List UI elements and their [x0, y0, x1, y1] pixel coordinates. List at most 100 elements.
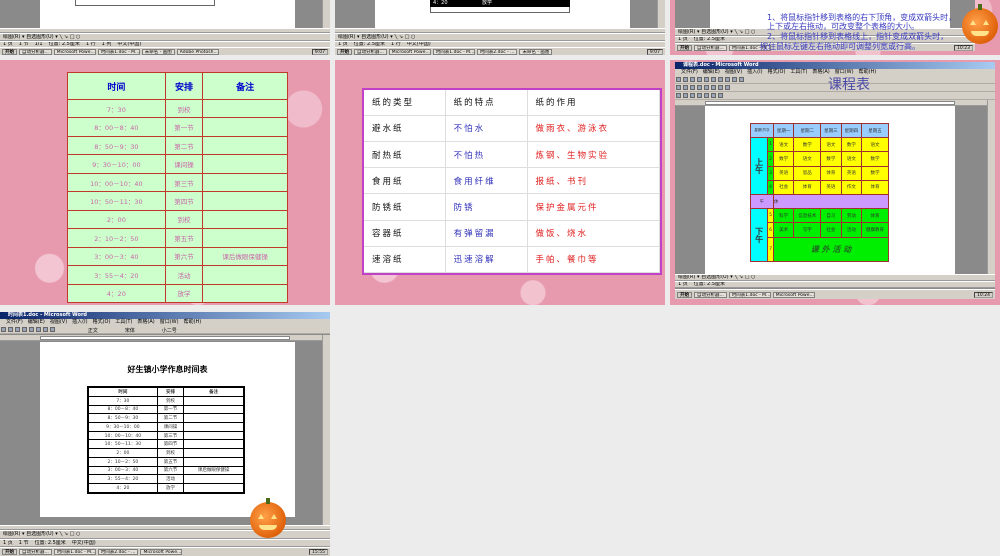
noon-label: 午 — [750, 194, 774, 210]
table-cell: 时间 — [87, 386, 158, 397]
taskbar-item[interactable]: 未命名 - 画图 — [519, 48, 553, 55]
toolbar[interactable]: 正文 宋体 小二号 — [0, 326, 330, 334]
table-cell: 避水纸 — [364, 115, 446, 142]
menu-item[interactable]: 编辑(E) — [703, 69, 720, 76]
menu-item[interactable]: 格式(O) — [93, 319, 111, 326]
table-cell: 备注 — [183, 386, 245, 397]
subject-cell: 信息技术 — [793, 208, 822, 224]
start-button[interactable]: 开始 — [2, 48, 17, 55]
menu-item[interactable]: 文件(F) — [681, 69, 698, 76]
taskbar-item[interactable]: Microsoft Powe... — [772, 291, 815, 298]
taskbar-item[interactable]: 自动分析器... — [694, 291, 727, 298]
subject-cell: 数学 — [861, 165, 889, 181]
taskbar-item[interactable]: Adobe Photosh... — [176, 48, 219, 55]
style-box[interactable]: 正文 — [88, 328, 98, 334]
table-cell: 课间操 — [164, 154, 204, 174]
menu-item[interactable]: 窗口(W) — [160, 319, 179, 326]
menu-item[interactable]: 表格(A) — [137, 319, 154, 326]
table-cell — [202, 209, 288, 230]
thumb-word-instructions[interactable]: 绘图(R) ▾ 自选图形(U) ▾ ╲ ↘ □ ○ 1 页位置: 2.5厘米 开… — [670, 0, 1000, 55]
drawing-toolbar-label[interactable]: 绘图(R) ▾ 自选图形(U) ▾ ╲ ↘ □ ○ — [678, 275, 755, 280]
taskbar: 开始 自动分析器... Microsoft Powe... 时间表1.doc -… — [335, 47, 665, 55]
taskbar-item[interactable]: 自动分析器... — [19, 549, 52, 555]
table-row: 食用纸 食用纤维 报纸、书刊 — [364, 167, 660, 195]
thumb-word-bottom-2[interactable]: 4：20 放学 绘图(R) ▾ 自选图形(U) ▾ ╲ ↘ □ ○ 1 页位置:… — [335, 0, 665, 55]
menu-item[interactable]: 视图(V) — [50, 319, 67, 326]
drawing-toolbar-label[interactable]: 绘图(R) ▾ 自选图形(U) ▾ ╲ ↘ □ ○ — [3, 531, 80, 538]
status-page: 1 页 — [3, 539, 13, 546]
period-row: 3 英语 思品 体育 英语 数学 — [751, 165, 889, 181]
start-button[interactable]: 开始 — [677, 44, 692, 51]
subject-cell: 健康教育 — [861, 222, 889, 238]
start-button[interactable]: 开始 — [337, 48, 352, 55]
subject-cell: 语文 — [793, 151, 822, 167]
menu-item[interactable]: 文件(F) — [6, 319, 23, 326]
taskbar-item[interactable]: Microsoft Powe... — [53, 48, 96, 55]
subject-cell: 语文 — [772, 137, 795, 153]
status-page: 1 页 — [678, 36, 688, 42]
menu-item[interactable]: 格式(O) — [768, 69, 786, 76]
table-cell: 报纸、书刊 — [527, 167, 660, 195]
table-row: 耐热纸 不怕热 炼钢、生物实验 — [364, 141, 660, 169]
menu-item[interactable]: 帮助(H) — [184, 319, 202, 326]
doc-timetable-table: 时间 安排 备注 7：30 到校 8：00－8：40 第一节 8：50－9：30 第二节 9：30… — [87, 386, 245, 494]
taskbar-item[interactable]: 时间表2.doc - ... — [476, 48, 518, 55]
table-cell: 炼钢、生物实验 — [527, 141, 660, 169]
clock: 10:23 — [954, 44, 973, 51]
table-cell: 第三节 — [156, 430, 185, 441]
table-cell — [202, 265, 288, 285]
table-cell: 9：30－10：00 — [87, 422, 158, 432]
thumb-word-bottom-1[interactable]: 绘图(R) ▾ 自选图形(U) ▾ ╲ ↘ □ ○ 1 页1 节 1/1 位置: 2… — [0, 0, 330, 55]
taskbar-item[interactable]: 未命名 - 画图 — [141, 48, 175, 55]
vertical-scrollbar[interactable] — [987, 100, 995, 280]
size-box[interactable]: 小二号 — [162, 328, 177, 334]
table-cell: 2：10－2：50 — [67, 228, 166, 248]
table-row: 9：30－10：00 课间操 — [87, 422, 245, 432]
menu-item[interactable]: 工具(T) — [115, 319, 132, 326]
table-cell: 3：55－4：20 — [87, 474, 158, 485]
subject-cell: 自习 — [820, 208, 842, 224]
menu-item[interactable]: 插入(I) — [72, 319, 87, 326]
table-cell: 防锈纸 — [364, 193, 446, 221]
selected-table-row[interactable]: 4：20 放学 — [430, 0, 570, 7]
day-header: 星期二 — [793, 122, 822, 139]
font-box[interactable]: 宋体 — [125, 328, 135, 334]
table-cell: 7：30 — [87, 395, 158, 406]
status-bar: 1 页位置: 2.5厘米 — [675, 281, 995, 288]
start-button[interactable]: 开始 — [2, 549, 17, 555]
menu-item[interactable]: 插入(I) — [747, 69, 762, 76]
table-row: 3：00－3：40 第六节 课后做眼保健操 — [87, 465, 245, 476]
table-bottom-edge — [75, 0, 215, 6]
table-cell: 速溶纸 — [364, 246, 446, 274]
taskbar-item[interactable]: 自动分析器... — [694, 44, 727, 51]
menu-item[interactable]: 工具(T) — [790, 69, 807, 76]
ruler[interactable] — [0, 335, 330, 341]
drawing-toolbar[interactable]: 绘图(R) ▾ 自选图形(U) ▾ ╲ ↘ □ ○ — [0, 33, 330, 41]
taskbar-item[interactable]: 自动分析器... — [354, 48, 387, 55]
taskbar-item[interactable]: 时间表1.doc - M... — [53, 549, 96, 555]
drawing-toolbar-label[interactable]: 绘图(R) ▾ 自选图形(U) ▾ ╲ ↘ □ ○ — [3, 34, 80, 40]
taskbar-item[interactable]: 时间表1.doc - M... — [97, 48, 140, 55]
table-cell: 第二节 — [156, 413, 185, 423]
menu-item[interactable]: 编辑(E) — [28, 319, 45, 326]
taskbar-item[interactable]: 时间表2.doc - ... — [97, 549, 139, 555]
start-button[interactable]: 开始 — [677, 291, 692, 298]
activity-cell: 课 外 活 动 — [772, 236, 890, 263]
drawing-toolbar[interactable]: 绘图(R) ▾ 自选图形(U) ▾ ╲ ↘ □ ○ — [675, 274, 995, 281]
menu-item[interactable]: 视图(V) — [725, 69, 742, 76]
table-cell: 到校 — [164, 98, 204, 119]
taskbar-item[interactable]: 自动分析器... — [19, 48, 52, 55]
drawing-toolbar[interactable]: 绘图(R) ▾ 自选图形(U) ▾ ╲ ↘ □ ○ — [335, 33, 665, 41]
clock: 9:07 — [311, 48, 328, 55]
taskbar-item[interactable]: 时间表1.doc - M... — [432, 48, 475, 55]
taskbar-item[interactable]: Microsoft Powe... — [388, 48, 431, 55]
drawing-toolbar-label[interactable]: 绘图(R) ▾ 自选图形(U) ▾ ╲ ↘ □ ○ — [338, 34, 415, 40]
taskbar-item[interactable]: 时间表1.doc - M... — [728, 291, 771, 298]
subject-cell: 语文 — [840, 151, 863, 167]
table-cell: 不怕水 — [445, 115, 528, 142]
drawing-toolbar-label[interactable]: 绘图(R) ▾ 自选图形(U) ▾ ╲ ↘ □ ○ — [678, 29, 755, 35]
period-row: 上午 1 语文 数学 语文 数学 语文 — [749, 137, 889, 196]
vertical-scrollbar[interactable] — [322, 335, 330, 525]
taskbar-item[interactable]: Microsoft Powe... — [140, 549, 183, 555]
subject-cell: 思品 — [793, 165, 822, 181]
